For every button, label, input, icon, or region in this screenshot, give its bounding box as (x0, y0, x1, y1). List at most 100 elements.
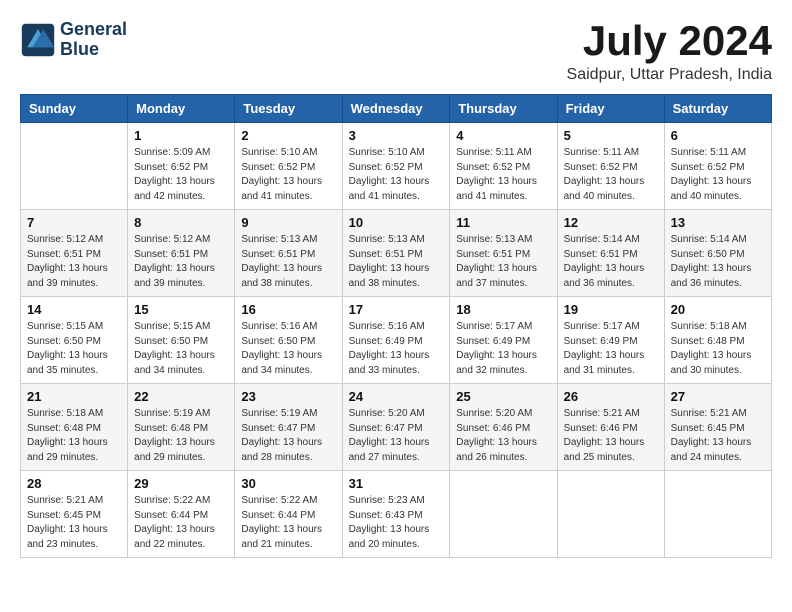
day-number: 1 (134, 128, 228, 143)
day-info: Sunrise: 5:15 AM Sunset: 6:50 PM Dayligh… (134, 320, 228, 378)
logo-text: General Blue (60, 20, 127, 60)
day-info: Sunrise: 5:20 AM Sunset: 6:46 PM Dayligh… (456, 407, 550, 465)
day-number: 21 (27, 389, 121, 404)
day-number: 7 (27, 215, 121, 230)
day-info: Sunrise: 5:20 AM Sunset: 6:47 PM Dayligh… (349, 407, 444, 465)
calendar-cell (664, 471, 771, 558)
calendar-cell: 21 Sunrise: 5:18 AM Sunset: 6:48 PM Dayli… (21, 384, 128, 471)
calendar-table: SundayMondayTuesdayWednesdayThursdayFrid… (20, 94, 772, 558)
calendar-cell (450, 471, 557, 558)
day-info: Sunrise: 5:21 AM Sunset: 6:45 PM Dayligh… (27, 494, 121, 552)
day-info: Sunrise: 5:14 AM Sunset: 6:50 PM Dayligh… (671, 233, 765, 291)
calendar-cell: 2Sunrise: 5:10 AM Sunset: 6:52 PM Daylig… (235, 123, 342, 210)
calendar-cell: 20Sunrise: 5:18 AM Sunset: 6:48 PM Dayli… (664, 297, 771, 384)
location: Saidpur, Uttar Pradesh, India (567, 66, 772, 84)
day-info: Sunrise: 5:17 AM Sunset: 6:49 PM Dayligh… (564, 320, 658, 378)
day-info: Sunrise: 5:13 AM Sunset: 6:51 PM Dayligh… (456, 233, 550, 291)
calendar-week-row: 1 Sunrise: 5:09 AM Sunset: 6:52 PM Daylig… (21, 123, 772, 210)
logo: General Blue (20, 20, 127, 60)
day-info: Sunrise: 5:11 AM Sunset: 6:52 PM Dayligh… (564, 146, 658, 204)
calendar-week-row: 21 Sunrise: 5:18 AM Sunset: 6:48 PM Dayli… (21, 384, 772, 471)
calendar-week-row: 7 Sunrise: 5:12 AM Sunset: 6:51 PM Daylig… (21, 210, 772, 297)
day-info: Sunrise: 5:13 AM Sunset: 6:51 PM Dayligh… (349, 233, 444, 291)
calendar-cell (557, 471, 664, 558)
calendar-cell: 19 Sunrise: 5:17 AM Sunset: 6:49 PM Dayli… (557, 297, 664, 384)
day-info: Sunrise: 5:09 AM Sunset: 6:52 PM Dayligh… (134, 146, 228, 204)
day-number: 6 (671, 128, 765, 143)
day-number: 4 (456, 128, 550, 143)
calendar-cell: 6 Sunrise: 5:11 AM Sunset: 6:52 PM Daylig… (664, 123, 771, 210)
day-number: 19 (564, 302, 658, 317)
day-info: Sunrise: 5:17 AM Sunset: 6:49 PM Dayligh… (456, 320, 550, 378)
day-info: Sunrise: 5:11 AM Sunset: 6:52 PM Dayligh… (456, 146, 550, 204)
day-number: 3 (349, 128, 444, 143)
weekday-header: Thursday (450, 95, 557, 123)
day-number: 31 (349, 476, 444, 491)
calendar-cell: 12Sunrise: 5:14 AM Sunset: 6:51 PM Dayli… (557, 210, 664, 297)
calendar-cell: 15 Sunrise: 5:15 AM Sunset: 6:50 PM Dayli… (128, 297, 235, 384)
day-number: 9 (241, 215, 335, 230)
calendar-cell: 17 Sunrise: 5:16 AM Sunset: 6:49 PM Dayli… (342, 297, 450, 384)
day-number: 26 (564, 389, 658, 404)
calendar-cell: 16Sunrise: 5:16 AM Sunset: 6:50 PM Dayli… (235, 297, 342, 384)
day-info: Sunrise: 5:12 AM Sunset: 6:51 PM Dayligh… (134, 233, 228, 291)
weekday-header: Sunday (21, 95, 128, 123)
page-header: General Blue July 2024 Saidpur, Uttar Pr… (20, 20, 772, 84)
weekday-header: Saturday (664, 95, 771, 123)
day-info: Sunrise: 5:18 AM Sunset: 6:48 PM Dayligh… (27, 407, 121, 465)
calendar-cell: 8 Sunrise: 5:12 AM Sunset: 6:51 PM Daylig… (128, 210, 235, 297)
day-number: 29 (134, 476, 228, 491)
calendar-cell: 27Sunrise: 5:21 AM Sunset: 6:45 PM Dayli… (664, 384, 771, 471)
day-number: 27 (671, 389, 765, 404)
day-info: Sunrise: 5:16 AM Sunset: 6:50 PM Dayligh… (241, 320, 335, 378)
day-number: 24 (349, 389, 444, 404)
day-info: Sunrise: 5:18 AM Sunset: 6:48 PM Dayligh… (671, 320, 765, 378)
calendar-week-row: 28 Sunrise: 5:21 AM Sunset: 6:45 PM Dayli… (21, 471, 772, 558)
calendar-cell: 10 Sunrise: 5:13 AM Sunset: 6:51 PM Dayli… (342, 210, 450, 297)
day-info: Sunrise: 5:11 AM Sunset: 6:52 PM Dayligh… (671, 146, 765, 204)
calendar-header-row: SundayMondayTuesdayWednesdayThursdayFrid… (21, 95, 772, 123)
day-number: 30 (241, 476, 335, 491)
day-number: 5 (564, 128, 658, 143)
calendar-cell: 9Sunrise: 5:13 AM Sunset: 6:51 PM Daylig… (235, 210, 342, 297)
calendar-cell (21, 123, 128, 210)
calendar-cell: 30Sunrise: 5:22 AM Sunset: 6:44 PM Dayli… (235, 471, 342, 558)
calendar-cell: 13 Sunrise: 5:14 AM Sunset: 6:50 PM Dayli… (664, 210, 771, 297)
calendar-cell: 29 Sunrise: 5:22 AM Sunset: 6:44 PM Dayli… (128, 471, 235, 558)
day-number: 22 (134, 389, 228, 404)
day-number: 18 (456, 302, 550, 317)
day-number: 15 (134, 302, 228, 317)
calendar-cell: 25 Sunrise: 5:20 AM Sunset: 6:46 PM Dayli… (450, 384, 557, 471)
day-info: Sunrise: 5:10 AM Sunset: 6:52 PM Dayligh… (349, 146, 444, 204)
calendar-cell: 22Sunrise: 5:19 AM Sunset: 6:48 PM Dayli… (128, 384, 235, 471)
day-number: 23 (241, 389, 335, 404)
weekday-header: Friday (557, 95, 664, 123)
day-info: Sunrise: 5:16 AM Sunset: 6:49 PM Dayligh… (349, 320, 444, 378)
calendar-cell: 18 Sunrise: 5:17 AM Sunset: 6:49 PM Dayli… (450, 297, 557, 384)
title-area: July 2024 Saidpur, Uttar Pradesh, India (567, 20, 772, 84)
calendar-cell: 28 Sunrise: 5:21 AM Sunset: 6:45 PM Dayli… (21, 471, 128, 558)
logo-line1: General (60, 20, 127, 40)
day-number: 10 (349, 215, 444, 230)
weekday-header: Wednesday (342, 95, 450, 123)
day-number: 28 (27, 476, 121, 491)
day-info: Sunrise: 5:23 AM Sunset: 6:43 PM Dayligh… (349, 494, 444, 552)
day-info: Sunrise: 5:21 AM Sunset: 6:46 PM Dayligh… (564, 407, 658, 465)
day-info: Sunrise: 5:15 AM Sunset: 6:50 PM Dayligh… (27, 320, 121, 378)
day-number: 12 (564, 215, 658, 230)
day-info: Sunrise: 5:22 AM Sunset: 6:44 PM Dayligh… (134, 494, 228, 552)
calendar-cell: 5 Sunrise: 5:11 AM Sunset: 6:52 PM Daylig… (557, 123, 664, 210)
calendar-cell: 23 Sunrise: 5:19 AM Sunset: 6:47 PM Dayli… (235, 384, 342, 471)
calendar-cell: 24 Sunrise: 5:20 AM Sunset: 6:47 PM Dayli… (342, 384, 450, 471)
calendar-cell: 4 Sunrise: 5:11 AM Sunset: 6:52 PM Daylig… (450, 123, 557, 210)
calendar-cell: 11 Sunrise: 5:13 AM Sunset: 6:51 PM Dayli… (450, 210, 557, 297)
day-number: 14 (27, 302, 121, 317)
day-number: 8 (134, 215, 228, 230)
day-info: Sunrise: 5:19 AM Sunset: 6:47 PM Dayligh… (241, 407, 335, 465)
day-number: 25 (456, 389, 550, 404)
day-info: Sunrise: 5:10 AM Sunset: 6:52 PM Dayligh… (241, 146, 335, 204)
logo-icon (20, 22, 56, 58)
day-number: 13 (671, 215, 765, 230)
day-number: 17 (349, 302, 444, 317)
day-number: 11 (456, 215, 550, 230)
